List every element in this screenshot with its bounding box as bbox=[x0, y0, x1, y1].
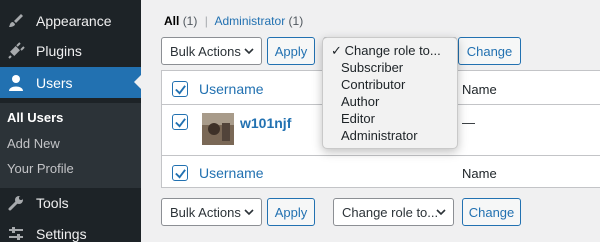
user-role-filters: All (1) | Administrator (1) bbox=[164, 14, 303, 28]
filter-all-count: (1) bbox=[182, 14, 198, 28]
username-column-footer[interactable]: Username bbox=[199, 165, 264, 181]
select-all-checkbox-footer[interactable] bbox=[172, 165, 188, 181]
check-icon: ✓ bbox=[331, 43, 342, 58]
bulk-actions-select-bottom[interactable]: Bulk Actions bbox=[161, 198, 262, 226]
dropdown-option-selected[interactable]: ✓ Change role to... bbox=[331, 43, 441, 59]
submenu-item-add-new[interactable]: Add New bbox=[7, 136, 60, 151]
chevron-down-icon bbox=[244, 48, 254, 55]
apply-button-bottom[interactable]: Apply bbox=[267, 198, 315, 226]
sidebar-item-settings[interactable]: Settings bbox=[0, 219, 141, 242]
dropdown-option-contributor[interactable]: Contributor bbox=[341, 77, 405, 92]
sidebar-item-label: Users bbox=[36, 74, 73, 91]
submenu-item-your-profile[interactable]: Your Profile bbox=[7, 161, 74, 176]
checkmark-icon bbox=[174, 117, 186, 128]
filter-administrator[interactable]: Administrator bbox=[215, 14, 286, 28]
change-role-value: Change role to... bbox=[342, 204, 439, 220]
sidebar-item-users[interactable]: Users bbox=[0, 67, 141, 98]
filter-separator: | bbox=[204, 14, 208, 28]
bulk-actions-select-top[interactable]: Bulk Actions bbox=[161, 37, 262, 65]
user-icon bbox=[6, 73, 26, 93]
checkmark-icon bbox=[174, 84, 186, 95]
sidebar-item-label: Tools bbox=[36, 195, 69, 211]
name-column-header: Name bbox=[462, 82, 497, 97]
sidebar-item-plugins[interactable]: Plugins bbox=[0, 36, 141, 66]
users-submenu: All Users Add New Your Profile bbox=[0, 103, 141, 188]
checkmark-icon bbox=[174, 168, 186, 179]
name-cell: — bbox=[462, 115, 475, 130]
filter-administrator-count: (1) bbox=[288, 14, 304, 28]
wrench-icon bbox=[6, 193, 26, 213]
sidebar-item-appearance[interactable]: Appearance bbox=[0, 6, 141, 36]
filter-all[interactable]: All bbox=[164, 14, 179, 28]
sidebar-item-tools[interactable]: Tools bbox=[0, 188, 141, 218]
sidebar-item-label: Plugins bbox=[36, 43, 82, 59]
sidebar-item-label: Settings bbox=[36, 226, 87, 242]
submenu-item-all-users[interactable]: All Users bbox=[7, 110, 63, 125]
change-button-bottom[interactable]: Change bbox=[462, 198, 521, 226]
username-column-header[interactable]: Username bbox=[199, 81, 264, 97]
admin-sidebar: Appearance Plugins Users All Users Add N… bbox=[0, 0, 141, 242]
sidebar-item-label: Appearance bbox=[36, 13, 112, 29]
apply-button-top[interactable]: Apply bbox=[267, 37, 315, 65]
bulk-actions-value: Bulk Actions bbox=[170, 43, 241, 59]
dropdown-option-author[interactable]: Author bbox=[341, 94, 379, 109]
plug-icon bbox=[6, 41, 26, 61]
row-checkbox[interactable] bbox=[172, 114, 188, 130]
change-role-dropdown-menu: ✓ Change role to... Subscriber Contribut… bbox=[322, 37, 458, 149]
change-role-select-bottom[interactable]: Change role to... bbox=[333, 198, 454, 226]
name-column-footer: Name bbox=[462, 166, 497, 181]
select-all-checkbox[interactable] bbox=[172, 81, 188, 97]
footer-divider bbox=[162, 155, 600, 156]
dropdown-option-administrator[interactable]: Administrator bbox=[341, 128, 418, 143]
dropdown-option-subscriber[interactable]: Subscriber bbox=[341, 60, 403, 75]
settings-sliders-icon bbox=[6, 224, 26, 242]
chevron-down-icon bbox=[244, 209, 254, 216]
bulk-actions-value: Bulk Actions bbox=[170, 204, 241, 220]
paintbrush-icon bbox=[6, 11, 26, 31]
change-button-top[interactable]: Change bbox=[458, 37, 521, 65]
username-link[interactable]: w101njf bbox=[240, 115, 291, 131]
dropdown-option-editor[interactable]: Editor bbox=[341, 111, 375, 126]
chevron-down-icon bbox=[436, 209, 446, 216]
avatar bbox=[202, 113, 234, 145]
dropdown-option-label: Change role to... bbox=[344, 43, 441, 58]
